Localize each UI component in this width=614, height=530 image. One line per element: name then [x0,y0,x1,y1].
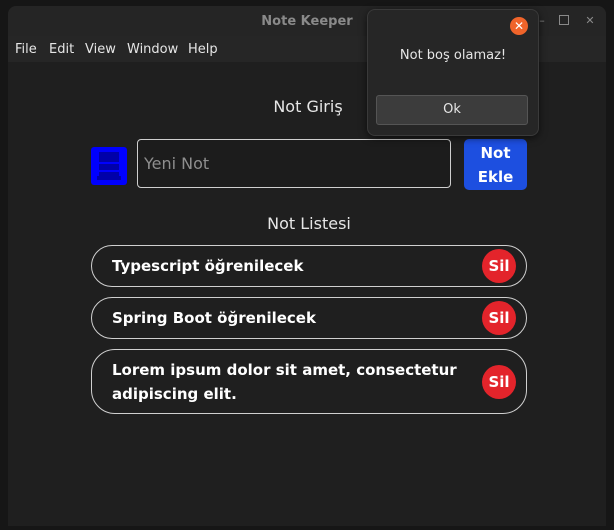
note-text: Spring Boot öğrenilecek [112,309,316,327]
maximize-icon[interactable] [559,15,569,25]
note-item: Spring Boot öğrenilecek Sil [91,297,527,339]
close-icon[interactable]: ✕ [510,17,528,35]
list-heading: Not Listesi [267,214,351,233]
notebook-icon [97,152,121,180]
menu-help[interactable]: Help [188,42,218,57]
menu-view[interactable]: View [85,42,116,57]
note-item: Typescript öğrenilecek Sil [91,245,527,287]
add-note-button[interactable]: Not Ekle [464,139,527,190]
note-text: Typescript öğrenilecek [112,257,304,275]
add-note-button-line2: Ekle [477,168,514,186]
ok-button[interactable]: Ok [376,95,528,125]
alert-dialog: ✕ Not boş olamaz! Ok [367,9,539,136]
note-icon [91,147,127,185]
menu-window[interactable]: Window [127,42,178,57]
close-window-icon[interactable]: ✕ [584,15,596,27]
delete-note-button[interactable]: Sil [482,365,516,399]
note-text-line1: Lorem ipsum dolor sit amet, consectetur [112,361,457,379]
note-item: Lorem ipsum dolor sit amet, consectetur … [91,349,527,414]
delete-note-button[interactable]: Sil [482,249,516,283]
menu-file[interactable]: File [15,42,37,57]
new-note-input[interactable] [137,139,451,188]
menu-edit[interactable]: Edit [49,42,74,57]
add-note-button-line1: Not [480,144,511,162]
delete-note-button[interactable]: Sil [482,301,516,335]
dialog-message: Not boş olamaz! [399,48,507,63]
note-text-line2: adipiscing elit. [112,385,237,403]
